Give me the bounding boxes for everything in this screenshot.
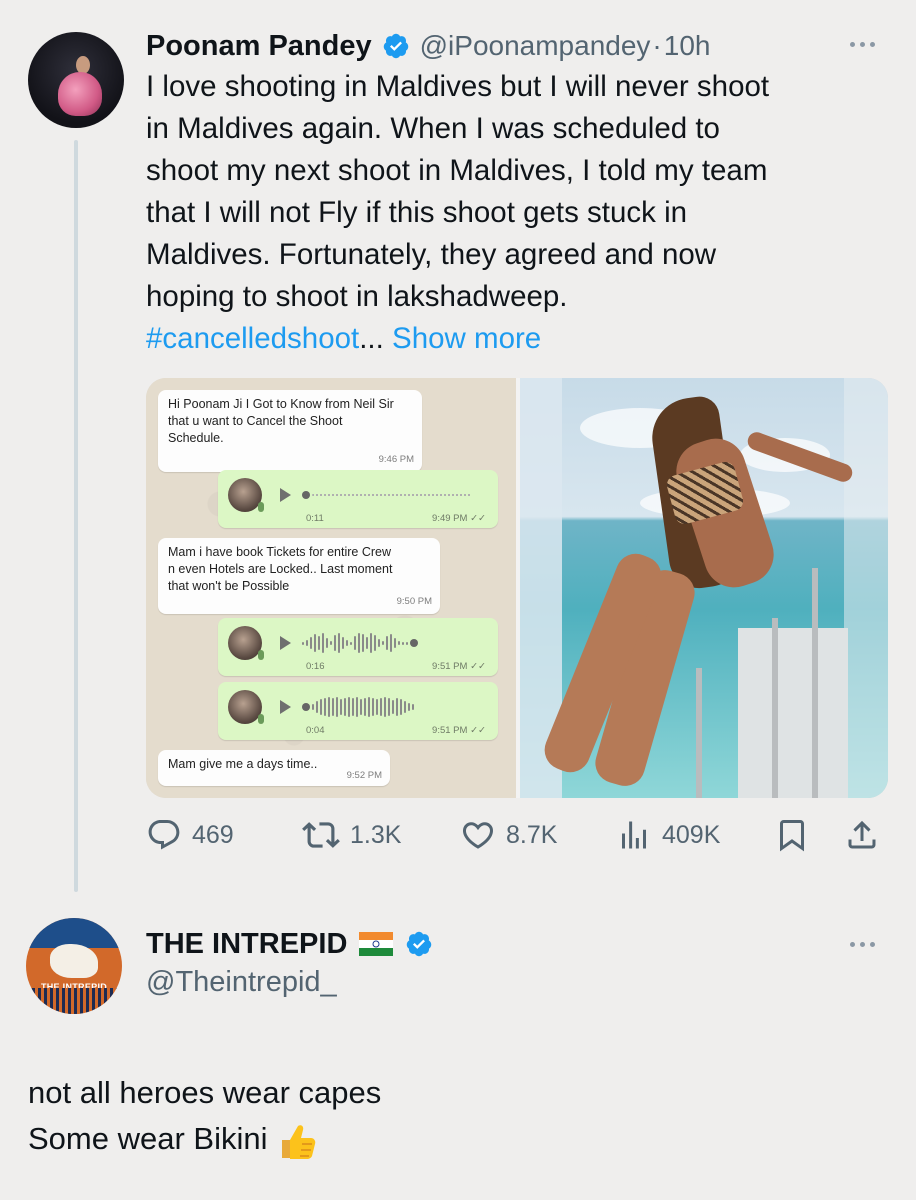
post-time[interactable]: 10h	[664, 30, 711, 62]
chat-message-line: that won't be Possible	[168, 579, 290, 593]
bookmark-button[interactable]	[774, 812, 810, 858]
hashtag-line: #cancelledshoot... Show more	[146, 318, 886, 360]
tweet-text-line: in Maldives again. When I was scheduled …	[146, 112, 720, 145]
winged-lion-logo	[50, 944, 98, 978]
show-more-link[interactable]: Show more	[392, 322, 541, 355]
like-count: 8.7K	[506, 820, 558, 849]
chat-message-time: 9:52 PM	[346, 770, 382, 781]
mic-icon	[258, 714, 264, 724]
play-icon	[280, 700, 291, 714]
more-options-icon[interactable]	[850, 942, 875, 947]
thumbs-up-icon	[282, 1125, 316, 1159]
voice-time: 9:51 PM ✓✓	[432, 725, 486, 736]
reply-author-name[interactable]: THE INTREPID	[146, 928, 347, 961]
voice-duration: 0:04	[306, 725, 325, 736]
chat-message-line: that u want to Cancel the Shoot	[168, 414, 343, 428]
voice-avatar	[228, 626, 262, 660]
tweet-text-line: that I will not Fly if this shoot gets s…	[146, 196, 688, 229]
retweet-button[interactable]: 1.3K	[302, 812, 401, 858]
reply-count: 469	[192, 820, 234, 849]
voice-waveform	[302, 632, 418, 654]
tweet-text-line: shoot my next shoot in Maldives, I told …	[146, 154, 768, 187]
bookmark-icon	[780, 820, 804, 852]
reply-icon	[148, 820, 180, 850]
reply-author-avatar[interactable]: THE INTREPID	[26, 918, 122, 1014]
tweet-text-line: I love shooting in Maldives but I will n…	[146, 70, 770, 103]
views-icon	[622, 821, 646, 849]
share-icon	[848, 820, 876, 849]
avatar-figure-dress	[58, 72, 102, 116]
mic-icon	[258, 650, 264, 660]
voice-duration: 0:16	[306, 661, 325, 672]
chat-screenshot-image[interactable]: Hi Poonam Ji I Got to Know from Neil Sir…	[146, 378, 516, 798]
chat-message-line: n even Hotels are Locked.. Last moment	[168, 562, 393, 576]
tweet-actions: 469 1.3K 8.7K 409K	[146, 812, 886, 858]
voice-avatar	[228, 478, 262, 512]
retweet-icon	[302, 822, 340, 848]
hashtag-link[interactable]: #cancelledshoot	[146, 322, 359, 355]
tweet-text-line: hoping to shoot in lakshadweep.	[146, 280, 568, 313]
reply-text-line: not all heroes wear capes	[28, 1075, 382, 1110]
play-icon	[280, 636, 291, 650]
voice-waveform	[302, 696, 414, 718]
tweet-header: Poonam Pandey @iPoonampandey · 10h	[146, 26, 710, 66]
author-handle[interactable]: @iPoonampandey	[420, 30, 651, 62]
chat-message-line: Schedule.	[168, 431, 224, 445]
voice-message: 0:04 9:51 PM ✓✓	[218, 682, 498, 740]
india-flag-icon	[359, 932, 394, 956]
deck-structure	[738, 628, 848, 798]
thread-connector-line	[74, 140, 78, 892]
voice-time: 9:49 PM ✓✓	[432, 513, 486, 524]
mic-icon	[258, 502, 264, 512]
avatar-stripes	[26, 988, 122, 1014]
like-button[interactable]: 8.7K	[460, 812, 557, 858]
views-count: 409K	[662, 820, 721, 849]
voice-waveform	[302, 484, 472, 506]
chat-message: Hi Poonam Ji I Got to Know from Neil Sir…	[158, 390, 422, 472]
chat-message: Mam give me a days time.. 9:52 PM	[158, 750, 390, 786]
author-avatar[interactable]	[28, 32, 124, 128]
tweet-body: I love shooting in Maldives but I will n…	[146, 66, 886, 360]
reply-text-line-wrap: Some wear Bikini	[28, 1116, 381, 1162]
chat-message-line: Hi Poonam Ji I Got to Know from Neil Sir	[168, 397, 394, 411]
reply-button[interactable]: 469	[146, 812, 234, 858]
play-icon	[280, 488, 291, 502]
chat-message-line: Mam i have book Tickets for entire Crew	[168, 545, 391, 559]
tweet-text-line: Maldives. Fortunately, they agreed and n…	[146, 238, 717, 271]
maldives-photo-image[interactable]	[520, 378, 888, 798]
verified-badge-icon	[407, 931, 432, 957]
author-name[interactable]: Poonam Pandey	[146, 30, 372, 63]
chat-message-time: 9:46 PM	[378, 454, 414, 465]
like-icon	[462, 822, 494, 849]
reply-body: not all heroes wear capes Some wear Biki…	[28, 1070, 381, 1162]
reply-text-line: Some wear Bikini	[28, 1121, 268, 1156]
tweet-media[interactable]: Hi Poonam Ji I Got to Know from Neil Sir…	[146, 378, 888, 798]
more-options-icon[interactable]	[850, 42, 875, 47]
voice-message: 0:16 9:51 PM ✓✓	[218, 618, 498, 676]
photo-side-panel	[844, 378, 888, 798]
share-button[interactable]	[844, 812, 880, 858]
reply-header: THE INTREPID	[146, 924, 433, 964]
ellipsis: ...	[359, 322, 384, 355]
chat-message: Mam i have book Tickets for entire Crew …	[158, 538, 440, 614]
reply-author-handle[interactable]: @Theintrepid_	[146, 966, 337, 999]
chat-message-time: 9:50 PM	[396, 596, 432, 607]
verified-badge-icon	[383, 33, 408, 59]
voice-message: 0:11 9:49 PM ✓✓	[218, 470, 498, 528]
voice-duration: 0:11	[306, 513, 324, 524]
views-button[interactable]: 409K	[616, 812, 720, 858]
voice-avatar	[228, 690, 262, 724]
separator-dot: ·	[652, 30, 662, 61]
retweet-count: 1.3K	[350, 820, 402, 849]
voice-time: 9:51 PM ✓✓	[432, 661, 486, 672]
chat-message-line: Mam give me a days time..	[168, 757, 318, 771]
